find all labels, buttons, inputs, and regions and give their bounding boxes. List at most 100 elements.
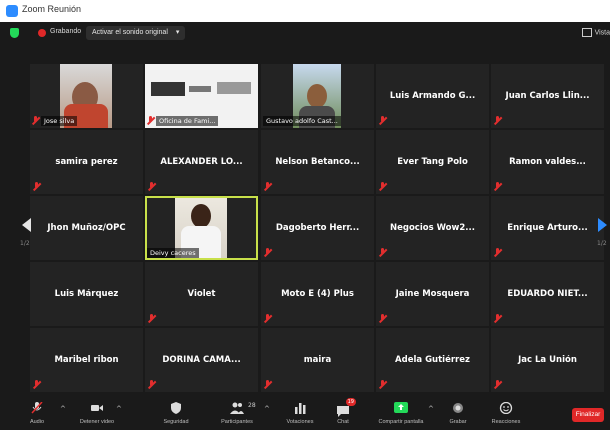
participant-name: Nelson Betanco... bbox=[275, 157, 360, 167]
participant-tile[interactable]: ALEXANDER LO... bbox=[145, 130, 258, 194]
participant-tile[interactable]: Jhon Muñoz/OPC bbox=[30, 196, 143, 260]
polls-button[interactable]: Votaciones bbox=[280, 396, 320, 430]
participants-count: 28 bbox=[248, 402, 256, 409]
participant-tile[interactable]: Deivy caceres bbox=[145, 196, 258, 260]
window-title: Zoom Reunión bbox=[22, 4, 82, 14]
participant-tile[interactable]: Gustavo adolfo Cast... bbox=[261, 64, 374, 128]
security-button[interactable]: Seguridad bbox=[156, 396, 196, 430]
participant-tile[interactable]: Oficina de Fami... bbox=[145, 64, 258, 128]
participant-tile[interactable]: Luis Armando G... bbox=[376, 64, 489, 128]
participant-tile[interactable]: Adela Gutiérrez bbox=[376, 328, 489, 392]
next-page-arrow-icon[interactable] bbox=[598, 218, 607, 232]
share-options-caret-icon[interactable]: ^ bbox=[428, 405, 434, 413]
participant-name: maira bbox=[303, 355, 332, 365]
participant-name: Ramon valdes... bbox=[509, 157, 586, 167]
record-label: Grabar bbox=[449, 419, 467, 425]
record-button[interactable]: Grabar bbox=[444, 396, 472, 430]
participant-tile[interactable]: Maribel ribon bbox=[30, 328, 143, 392]
participant-name: Luis Márquez bbox=[54, 289, 119, 299]
participant-tile[interactable]: DORINA CAMA... bbox=[145, 328, 258, 392]
participant-name: Gustavo adolfo Cast... bbox=[263, 116, 341, 126]
participant-tile[interactable]: Ever Tang Polo bbox=[376, 130, 489, 194]
participant-tile[interactable]: Jaine Mosquera bbox=[376, 262, 489, 326]
microphone-muted-icon bbox=[494, 380, 501, 389]
participant-name: Ever Tang Polo bbox=[397, 157, 468, 167]
participant-name: Juan Carlos Llin... bbox=[505, 91, 590, 101]
view-button[interactable]: Vista bbox=[581, 28, 610, 37]
microphone-muted-icon bbox=[494, 182, 501, 191]
participant-name: Jac La Unión bbox=[518, 355, 577, 365]
participants-button[interactable]: 28 Participantes bbox=[212, 396, 262, 430]
microphone-muted-icon bbox=[33, 182, 40, 191]
participant-name: Luis Armando G... bbox=[389, 91, 476, 101]
participants-label: Participantes bbox=[221, 419, 253, 425]
microphone-muted-icon bbox=[379, 248, 386, 257]
participant-name: Oficina de Fami... bbox=[156, 116, 219, 126]
microphone-muted-icon bbox=[379, 116, 386, 125]
video-options-caret-icon[interactable]: ^ bbox=[116, 405, 122, 413]
participant-name: Dagoberto Herr... bbox=[275, 223, 360, 233]
stop-video-button[interactable]: Detener video bbox=[72, 396, 122, 430]
microphone-muted-icon bbox=[264, 380, 271, 389]
microphone-muted-icon bbox=[264, 314, 271, 323]
microphone-muted-icon bbox=[32, 116, 39, 125]
participant-name: EDUARDO NIET... bbox=[507, 289, 588, 299]
participant-name: Moto E (4) Plus bbox=[281, 289, 354, 299]
chat-bubble-icon bbox=[337, 406, 349, 417]
end-meeting-button[interactable]: Finalizar bbox=[572, 408, 604, 422]
share-screen-label: Compartir pantalla bbox=[378, 419, 424, 425]
participant-tile[interactable]: Negocios Wow2... bbox=[376, 196, 489, 260]
shield-icon bbox=[171, 402, 181, 414]
share-screen-button[interactable]: Compartir pantalla bbox=[372, 396, 430, 430]
polls-label: Votaciones bbox=[286, 419, 314, 425]
chat-button[interactable]: 19 Chat bbox=[328, 396, 358, 430]
recording-dot-icon bbox=[38, 29, 46, 37]
gallery-view-icon bbox=[581, 28, 592, 37]
participant-tile[interactable]: Juan Carlos Llin... bbox=[491, 64, 604, 128]
participant-tile[interactable]: samira perez bbox=[30, 130, 143, 194]
stop-video-label: Detener video bbox=[79, 419, 115, 425]
participant-tile[interactable]: Moto E (4) Plus bbox=[261, 262, 374, 326]
participant-name: Jhon Muñoz/OPC bbox=[47, 223, 126, 233]
window-titlebar: Zoom Reunión bbox=[0, 0, 610, 23]
participant-tile[interactable]: Dagoberto Herr... bbox=[261, 196, 374, 260]
recording-label: Grabando bbox=[50, 28, 82, 35]
microphone-muted-icon bbox=[148, 380, 155, 389]
chevron-down-icon: ▾ bbox=[175, 29, 180, 36]
original-sound-label: Activar el sonido original bbox=[92, 29, 168, 36]
participant-tile[interactable]: Ramon valdes... bbox=[491, 130, 604, 194]
page-indicator-right: 1/2 bbox=[597, 240, 607, 247]
participant-name: Negocios Wow2... bbox=[390, 223, 475, 233]
share-screen-icon bbox=[394, 402, 408, 413]
participant-name: Jose silva bbox=[41, 116, 78, 126]
meeting-toolbar: Audio ^ Detener video ^ Seguridad 28 Par… bbox=[0, 396, 610, 430]
participant-tile[interactable]: Enrique Arturo... bbox=[491, 196, 604, 260]
meeting-topbar: Grabando Activar el sonido original ▾ Vi… bbox=[0, 22, 610, 44]
microphone-muted-icon bbox=[494, 116, 501, 125]
microphone-muted-icon bbox=[264, 182, 271, 191]
participant-name: Violet bbox=[187, 289, 216, 299]
microphone-muted-icon bbox=[148, 314, 155, 323]
security-shield-icon[interactable] bbox=[10, 28, 19, 38]
participant-tile[interactable]: EDUARDO NIET... bbox=[491, 262, 604, 326]
participant-name: Deivy caceres bbox=[147, 248, 199, 258]
chat-label: Chat bbox=[337, 419, 349, 425]
participant-tile[interactable]: Jose silva bbox=[30, 64, 143, 128]
participant-tile[interactable]: Nelson Betanco... bbox=[261, 130, 374, 194]
participant-tile[interactable]: Jac La Unión bbox=[491, 328, 604, 392]
audio-button[interactable]: Audio bbox=[20, 396, 54, 430]
participant-name: ALEXANDER LO... bbox=[160, 157, 243, 167]
previous-page-arrow-icon[interactable] bbox=[22, 218, 31, 232]
audio-options-caret-icon[interactable]: ^ bbox=[60, 405, 66, 413]
reactions-button[interactable]: Reacciones bbox=[486, 396, 526, 430]
original-sound-button[interactable]: Activar el sonido original ▾ bbox=[86, 26, 186, 40]
participant-tile[interactable]: Violet bbox=[145, 262, 258, 326]
page-indicator-left: 1/2 bbox=[20, 240, 30, 247]
participant-tile[interactable]: Luis Márquez bbox=[30, 262, 143, 326]
participants-options-caret-icon[interactable]: ^ bbox=[264, 405, 270, 413]
microphone-muted-icon bbox=[379, 182, 386, 191]
microphone-muted-icon bbox=[31, 402, 43, 414]
microphone-muted-icon bbox=[264, 248, 271, 257]
participant-tile[interactable]: maira bbox=[261, 328, 374, 392]
participant-name: Enrique Arturo... bbox=[507, 223, 588, 233]
